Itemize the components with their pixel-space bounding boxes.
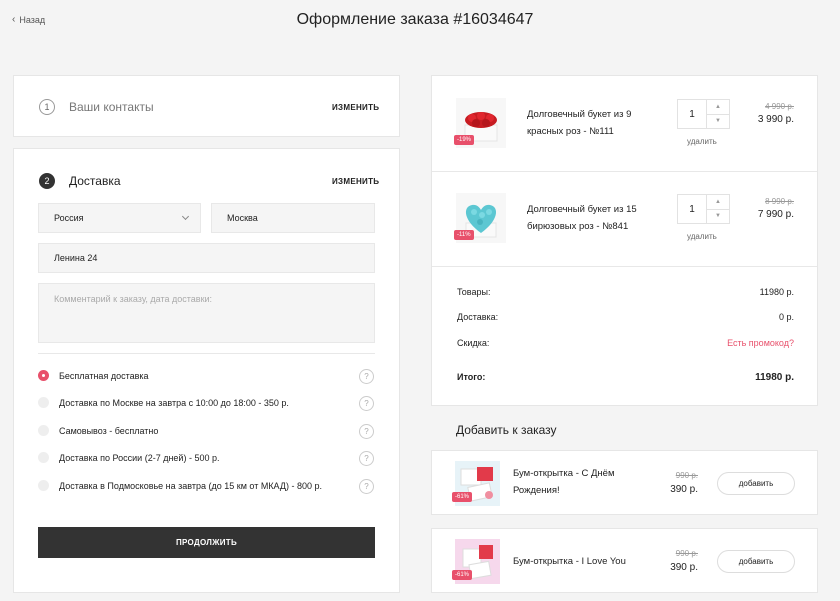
contacts-section: 1 Ваши контакты ИЗМЕНИТЬ: [13, 75, 400, 137]
quantity-value[interactable]: 1: [678, 100, 707, 128]
remove-item-button[interactable]: удалить: [687, 137, 717, 146]
chevron-down-icon: [181, 212, 190, 221]
addon-name-line: Бум-открытка - С Днём: [513, 468, 615, 479]
edit-delivery-button[interactable]: ИЗМЕНИТЬ: [332, 177, 379, 186]
delivery-option-radio[interactable]: [38, 397, 49, 408]
divider: [432, 171, 817, 172]
addons-title: Добавить к заказу: [456, 423, 557, 437]
continue-button[interactable]: ПРОДОЛЖИТЬ: [38, 527, 375, 558]
quantity-value[interactable]: 1: [678, 195, 707, 223]
delivery-option-label[interactable]: Доставка по Москве на завтра с 10:00 до …: [59, 398, 289, 408]
discount-badge: -11%: [454, 230, 474, 240]
help-icon[interactable]: ?: [359, 424, 374, 439]
cart-section: -19% Долговечный букет из 9 красных роз …: [431, 75, 818, 406]
addon-name-line: Бум-открытка - I Love You: [513, 556, 626, 567]
old-price: 990 р.: [675, 549, 698, 558]
help-icon[interactable]: ?: [359, 479, 374, 494]
goods-label: Товары:: [457, 287, 491, 297]
price: 390 р.: [670, 484, 698, 495]
product-name-line: бирюзовых роз - №841: [527, 221, 629, 232]
address-input[interactable]: Ленина 24: [38, 243, 375, 273]
address-value: Ленина 24: [54, 253, 98, 263]
city-value: Москва: [227, 213, 258, 223]
addon-card: -61% Бум-открытка - I Love You 990 р. 39…: [431, 528, 818, 593]
country-select[interactable]: Россия: [38, 203, 201, 233]
city-input[interactable]: Москва: [211, 203, 375, 233]
edit-contacts-button[interactable]: ИЗМЕНИТЬ: [332, 103, 379, 112]
total-value: 11980 р.: [755, 372, 794, 383]
product-name-line: Долговечный букет из 15: [527, 204, 637, 215]
old-price: 8 990 р.: [765, 197, 794, 206]
comment-placeholder: Комментарий к заказу, дата доставки:: [54, 294, 213, 304]
addon-name[interactable]: Бум-открытка - I Love You: [513, 553, 626, 570]
delivery-option-label[interactable]: Самовывоз - бесплатно: [59, 426, 158, 436]
comment-field[interactable]: Комментарий к заказу, дата доставки:: [38, 283, 375, 343]
add-addon-button[interactable]: добавить: [717, 472, 795, 495]
delivery-cost-label: Доставка:: [457, 312, 499, 322]
goods-value: 11980 р.: [759, 287, 794, 297]
total-label: Итого:: [457, 372, 486, 382]
price: 7 990 р.: [757, 209, 794, 220]
product-name[interactable]: Долговечный букет из 15 бирюзовых роз - …: [527, 201, 637, 235]
delivery-section: 2 Доставка ИЗМЕНИТЬ Россия Москва Ленина…: [13, 148, 400, 593]
old-price: 990 р.: [675, 471, 698, 480]
delivery-option-label[interactable]: Доставка по России (2-7 дней) - 500 р.: [59, 453, 219, 463]
product-name-line: Долговечный букет из 9: [527, 109, 632, 120]
delivery-cost-value: 0 р.: [778, 312, 794, 322]
price: 390 р.: [670, 562, 698, 573]
addon-card: -61% Бум-открытка - С Днём Рождения! 990…: [431, 450, 818, 515]
country-value: Россия: [54, 213, 84, 223]
discount-badge: -19%: [454, 135, 475, 145]
old-price: 4 990 р.: [765, 102, 794, 111]
step-number: 1: [39, 99, 55, 115]
divider: [432, 266, 817, 267]
remove-item-button[interactable]: удалить: [687, 232, 717, 241]
delivery-option-radio[interactable]: [38, 452, 49, 463]
page-title: Оформление заказа #16034647: [296, 11, 534, 28]
delivery-option-radio[interactable]: [38, 370, 49, 381]
help-icon[interactable]: ?: [359, 451, 374, 466]
delivery-option-radio[interactable]: [38, 425, 49, 436]
price: 3 990 р.: [757, 114, 794, 125]
discount-badge: -61%: [452, 492, 473, 502]
divider: [38, 353, 375, 354]
addon-name-line: Рождения!: [513, 485, 560, 496]
contacts-label: Ваши контакты: [69, 100, 154, 114]
delivery-option-radio[interactable]: [38, 480, 49, 491]
delivery-option-label[interactable]: Доставка в Подмосковье на завтра (до 15 …: [59, 481, 322, 491]
promo-code-link[interactable]: Есть промокод?: [674, 338, 794, 348]
add-addon-button[interactable]: добавить: [717, 550, 795, 573]
product-name[interactable]: Долговечный букет из 9 красных роз - №11…: [527, 106, 631, 140]
help-icon[interactable]: ?: [359, 396, 374, 411]
delivery-label: Доставка: [69, 174, 121, 188]
discount-label: Скидка:: [457, 338, 490, 348]
step-number: 2: [39, 173, 55, 189]
help-icon[interactable]: ?: [359, 369, 374, 384]
addon-name[interactable]: Бум-открытка - С Днём Рождения!: [513, 465, 615, 499]
discount-badge: -61%: [452, 570, 473, 580]
product-name-line: красных роз - №111: [527, 126, 614, 137]
delivery-option-label[interactable]: Бесплатная доставка: [59, 371, 149, 381]
